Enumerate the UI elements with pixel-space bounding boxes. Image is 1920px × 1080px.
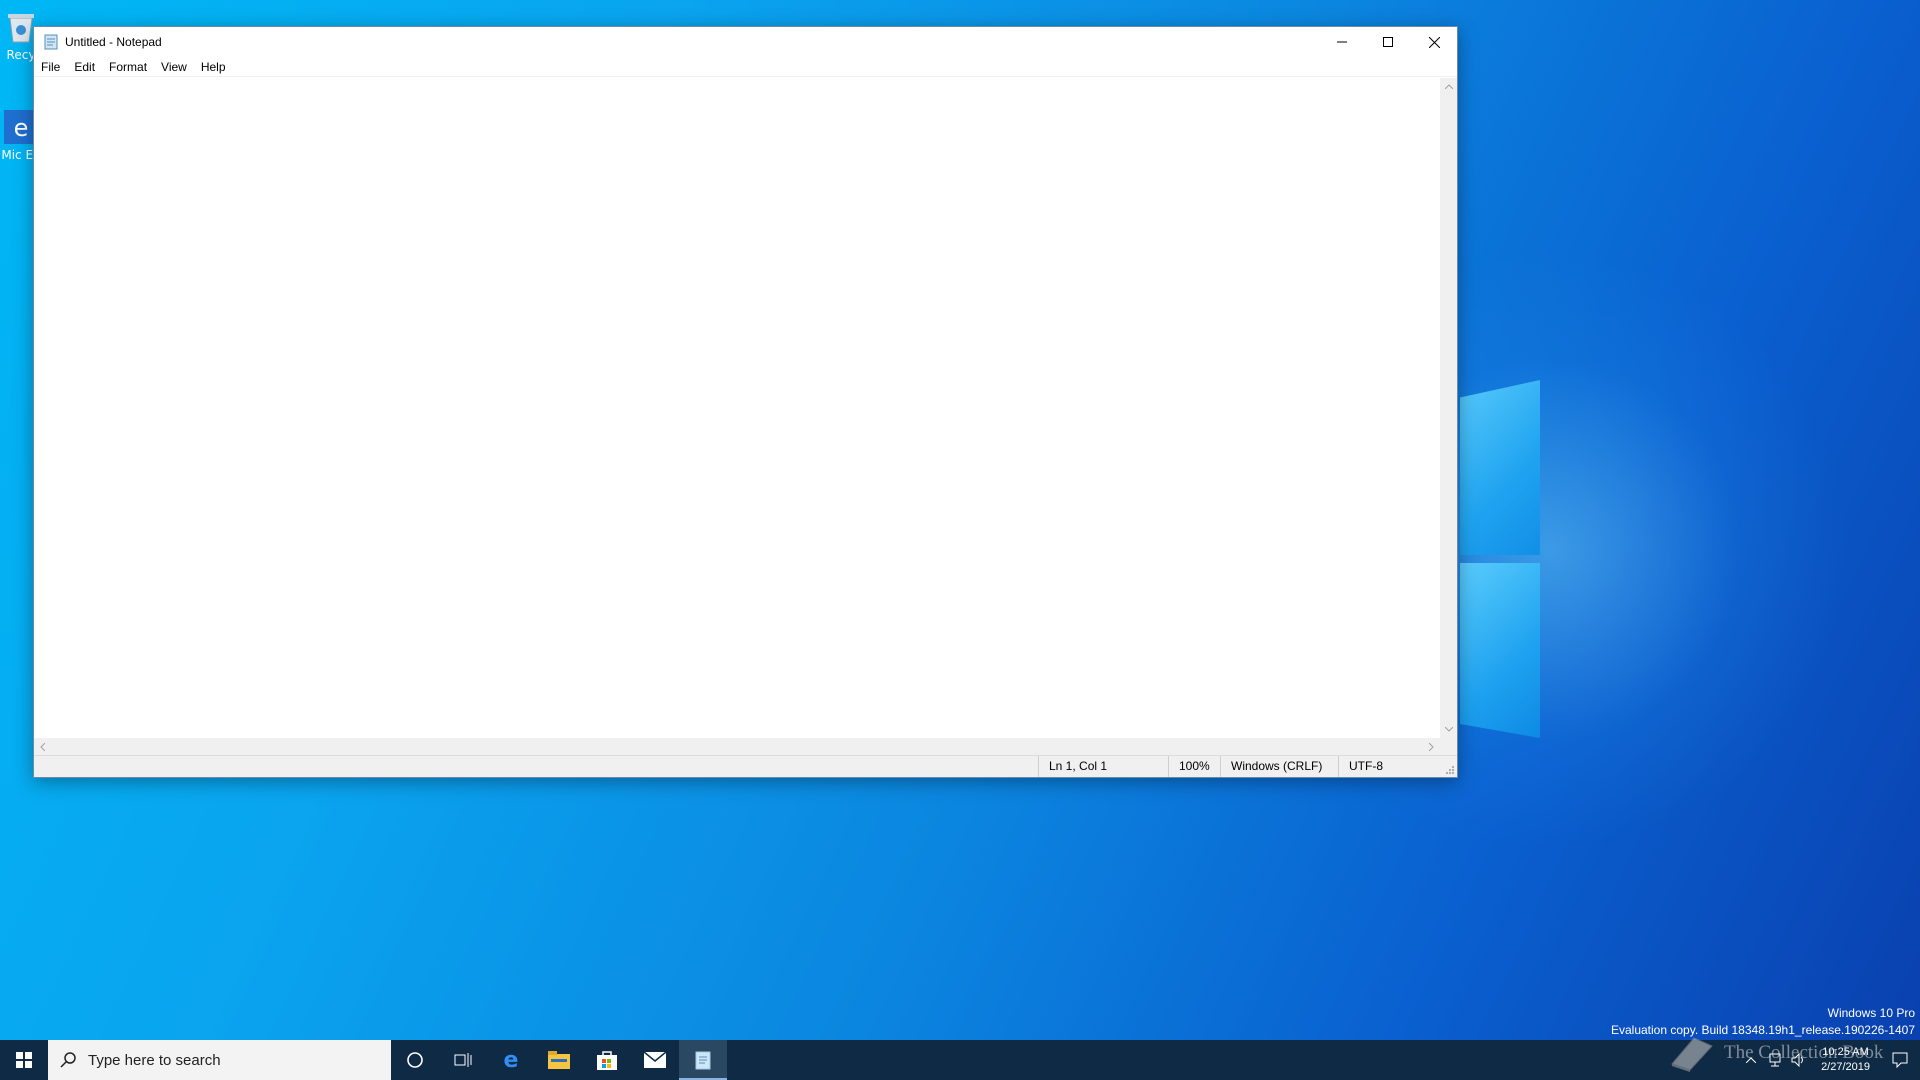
scroll-left-arrow-icon[interactable]: [34, 738, 51, 755]
close-icon: [1428, 36, 1440, 48]
status-cursor-position: Ln 1, Col 1: [1038, 756, 1178, 777]
menu-bar: File Edit Format View Help: [34, 57, 1457, 77]
status-zoom: 100%: [1168, 756, 1218, 777]
notepad-window[interactable]: Untitled - Notepad File Edit Format View…: [33, 26, 1458, 778]
start-button[interactable]: [0, 1040, 48, 1080]
edition-label: Windows 10 Pro: [1827, 1006, 1915, 1020]
maximize-icon: [1383, 37, 1393, 47]
notepad-taskbar-button[interactable]: [679, 1040, 727, 1080]
title-bar[interactable]: Untitled - Notepad: [34, 27, 1457, 57]
minimize-icon: [1337, 41, 1347, 43]
horizontal-scrollbar[interactable]: [34, 738, 1440, 755]
maximize-button[interactable]: [1365, 27, 1411, 57]
notepad-icon: [43, 34, 59, 50]
task-view-icon: [454, 1053, 472, 1067]
cortana-button[interactable]: [391, 1040, 439, 1080]
task-view-button[interactable]: [439, 1040, 487, 1080]
status-bar: Ln 1, Col 1 100% Windows (CRLF) UTF-8: [34, 755, 1457, 777]
menu-format[interactable]: Format: [102, 57, 154, 77]
file-explorer-icon: [548, 1051, 570, 1069]
file-explorer-button[interactable]: [535, 1040, 583, 1080]
svg-text:e: e: [14, 114, 29, 142]
edge-taskbar-button[interactable]: e: [487, 1040, 535, 1080]
vertical-scrollbar[interactable]: [1440, 78, 1457, 738]
status-encoding: UTF-8: [1338, 756, 1438, 777]
minimize-button[interactable]: [1319, 27, 1365, 57]
collection-watermark: The Collection Book: [1668, 1034, 1883, 1072]
store-icon: [597, 1051, 617, 1070]
scrollbar-corner: [1440, 738, 1457, 755]
menu-edit[interactable]: Edit: [67, 57, 102, 77]
mail-button[interactable]: [631, 1040, 679, 1080]
scroll-up-arrow-icon[interactable]: [1440, 78, 1457, 95]
store-button[interactable]: [583, 1040, 631, 1080]
mail-icon: [644, 1052, 666, 1068]
windows-start-icon: [16, 1052, 32, 1068]
cortana-icon: [407, 1052, 423, 1068]
edge-icon: e: [504, 1049, 519, 1071]
notepad-icon: [695, 1051, 711, 1070]
close-button[interactable]: [1411, 27, 1457, 57]
menu-help[interactable]: Help: [194, 57, 233, 77]
status-line-ending: Windows (CRLF): [1220, 756, 1340, 777]
window-title: Untitled - Notepad: [65, 35, 162, 49]
resize-grip-icon[interactable]: [1445, 765, 1455, 775]
search-box[interactable]: Type here to search: [48, 1040, 391, 1080]
book-logo-icon: [1671, 1037, 1713, 1072]
scroll-right-arrow-icon[interactable]: [1423, 738, 1440, 755]
menu-view[interactable]: View: [154, 57, 194, 77]
menu-file[interactable]: File: [34, 57, 67, 77]
search-icon: [60, 1052, 76, 1068]
notification-icon: [1892, 1052, 1908, 1068]
search-placeholder: Type here to search: [88, 1051, 221, 1069]
svg-text:e: e: [504, 1049, 519, 1071]
taskbar: Type here to search e 10:25 AM 2/27/2019: [0, 1040, 1920, 1080]
scroll-down-arrow-icon[interactable]: [1440, 721, 1457, 738]
collection-watermark-text: The Collection Book: [1724, 1042, 1884, 1063]
text-editor[interactable]: [34, 78, 1440, 738]
action-center-button[interactable]: [1880, 1040, 1920, 1080]
